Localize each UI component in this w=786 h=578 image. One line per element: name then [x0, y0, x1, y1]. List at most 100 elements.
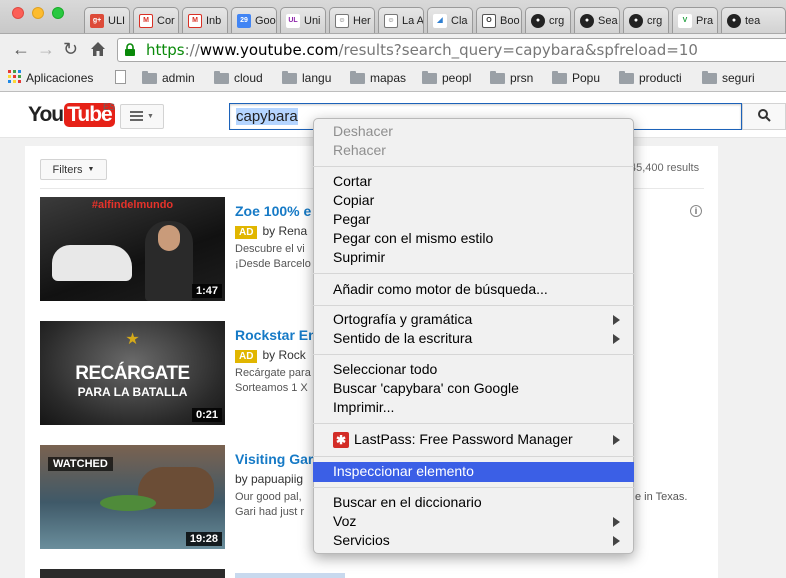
video-thumbnail[interactable] — [40, 569, 225, 578]
search-button[interactable] — [742, 103, 786, 130]
zoom-window-button[interactable] — [52, 7, 64, 19]
bookmark-folder[interactable]: Popu — [552, 69, 600, 87]
menu-item-copy[interactable]: Copiar — [333, 191, 374, 210]
bookmark-folder[interactable]: langu — [282, 69, 331, 87]
page-icon[interactable] — [115, 70, 126, 84]
video-thumbnail[interactable]: ★ RECÁRGATE PARA LA BATALLA 0:21 — [40, 321, 225, 425]
channel-link[interactable]: by Rena — [262, 224, 307, 238]
menu-item-cut[interactable]: Cortar — [333, 172, 372, 191]
bookmark-label: langu — [302, 71, 332, 85]
video-description-line: Recárgate para — [235, 367, 311, 379]
guide-menu-button[interactable]: ▼ — [120, 104, 164, 129]
face-image — [158, 225, 180, 251]
menu-item-print[interactable]: Imprimir... — [333, 398, 394, 417]
video-title-link[interactable]: Zoe 100% e — [235, 203, 311, 219]
filters-button[interactable]: Filters ▼ — [40, 159, 107, 180]
video-title-link[interactable] — [235, 573, 345, 578]
minimize-window-button[interactable] — [32, 7, 44, 19]
menu-item-search-google[interactable]: Buscar 'capybara' con Google — [333, 379, 519, 398]
browser-tab[interactable]: ● crg — [525, 7, 571, 33]
video-byline: AD by Rock — [235, 348, 306, 363]
bookmark-folder[interactable]: peopl — [422, 69, 471, 87]
vim-icon: V — [678, 13, 692, 28]
info-icon[interactable]: i — [690, 205, 702, 217]
bookmark-folder[interactable]: prsn — [490, 69, 533, 87]
menu-item-select-all[interactable]: Seleccionar todo — [333, 360, 437, 379]
tab-label: crg — [549, 14, 565, 27]
lock-icon[interactable] — [124, 43, 136, 56]
tab-label: La A — [402, 14, 424, 27]
reload-icon[interactable]: ↻ — [63, 40, 78, 58]
browser-tab[interactable]: M Cor — [133, 7, 179, 33]
menu-item-undo[interactable]: Deshacer — [333, 122, 393, 141]
video-title-link[interactable]: Rockstar En — [235, 327, 317, 343]
menu-item-redo[interactable]: Rehacer — [333, 141, 386, 160]
browser-tab[interactable]: ● crg — [623, 7, 669, 33]
browser-tab[interactable]: ☺ La A — [378, 7, 424, 33]
menu-item-paste-match-style[interactable]: Pegar con el mismo estilo — [333, 229, 493, 248]
bookmark-label: Popu — [572, 71, 601, 85]
submenu-arrow-icon — [613, 536, 620, 546]
address-bar[interactable]: https://www.youtube.com/results?search_q… — [117, 38, 786, 62]
menu-item-inspect-element[interactable]: Inspeccionar elemento — [333, 462, 474, 481]
browser-tab[interactable]: 29 Goo — [231, 7, 277, 33]
submenu-arrow-icon — [613, 315, 620, 325]
url-path: /results?search_query=capybara&spfreload… — [338, 41, 698, 59]
home-icon[interactable] — [90, 41, 106, 60]
forward-arrow-icon[interactable]: → — [37, 40, 55, 58]
video-byline[interactable]: by papuapiig — [235, 472, 303, 486]
bookmark-folder[interactable]: admin — [142, 69, 195, 87]
bookmark-label: admin — [162, 71, 195, 85]
bookmark-folder[interactable]: producti — [619, 69, 682, 87]
browser-tab[interactable]: ● tea — [721, 7, 786, 33]
github-icon: ● — [580, 13, 594, 28]
submenu-arrow-icon — [613, 517, 620, 527]
browser-tab[interactable]: ◢ Cla — [427, 7, 473, 33]
folder-icon — [552, 70, 567, 84]
browser-tab[interactable]: O Boo — [476, 7, 522, 33]
menu-separator — [313, 487, 634, 488]
video-thumbnail[interactable]: #alfindelmundo 1:47 — [40, 197, 225, 301]
close-window-button[interactable] — [12, 7, 24, 19]
chevron-down-icon: ▼ — [147, 113, 154, 120]
gmail-icon: M — [188, 13, 202, 28]
video-byline: AD by Rena — [235, 224, 307, 239]
generic-page-icon: O — [482, 13, 496, 28]
video-duration: 1:47 — [191, 284, 222, 298]
video-thumbnail[interactable]: WATCHED 19:28 — [40, 445, 225, 549]
channel-link[interactable]: by Rock — [262, 348, 305, 362]
bookmark-folder[interactable]: cloud — [214, 69, 263, 87]
menu-item-add-search-engine[interactable]: Añadir como motor de búsqueda... — [333, 280, 548, 299]
tab-label: Cla — [451, 14, 468, 27]
video-title-link[interactable]: Visiting Gar — [235, 451, 313, 467]
browser-tab[interactable]: UL Uni — [280, 7, 326, 33]
menu-item-writing-direction[interactable]: Sentido de la escritura — [333, 329, 472, 348]
menu-item-services[interactable]: Servicios — [333, 531, 390, 550]
menu-item-delete[interactable]: Suprimir — [333, 248, 385, 267]
submenu-arrow-icon — [613, 435, 620, 445]
google-plus-icon: g+ — [90, 13, 104, 28]
bookmark-folder[interactable]: seguri — [702, 69, 755, 87]
menu-separator — [313, 456, 634, 457]
bookmark-apps[interactable]: Aplicaciones — [8, 69, 93, 87]
browser-tab[interactable]: V Pra — [672, 7, 718, 33]
back-arrow-icon[interactable]: ← — [12, 40, 30, 58]
menu-item-lastpass[interactable]: LastPass: Free Password Manager — [354, 430, 573, 449]
menu-item-paste[interactable]: Pegar — [333, 210, 370, 229]
uni-icon: UL — [286, 13, 300, 28]
youtube-logo[interactable]: You Tube — [28, 103, 115, 127]
ad-badge: AD — [235, 226, 258, 239]
video-duration: 0:21 — [191, 408, 222, 422]
menu-separator — [313, 273, 634, 274]
browser-tab[interactable]: g+ ULI — [84, 7, 130, 33]
menu-item-dictionary[interactable]: Buscar en el diccionario — [333, 493, 482, 512]
chevron-down-icon: ▼ — [87, 166, 95, 173]
browser-tab[interactable]: ● Sea — [574, 7, 620, 33]
watched-badge: WATCHED — [48, 457, 113, 471]
browser-tab[interactable]: M Inb — [182, 7, 228, 33]
bookmark-label: cloud — [234, 71, 263, 85]
browser-tab[interactable]: ☺ Her — [329, 7, 375, 33]
menu-item-speech[interactable]: Voz — [333, 512, 356, 531]
menu-item-spelling-grammar[interactable]: Ortografía y gramática — [333, 310, 472, 329]
bookmark-folder[interactable]: mapas — [350, 69, 406, 87]
